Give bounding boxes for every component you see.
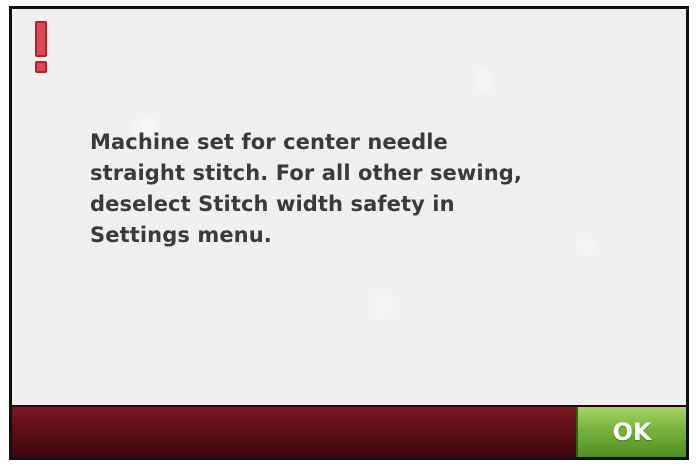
dialog-action-bar: OK [12,405,686,457]
ok-button-label: OK [612,418,652,446]
dialog-message: Machine set for center needle straight s… [90,127,610,251]
message-line: deselect Stitch width safety in [90,192,455,216]
message-line: Settings menu. [90,223,272,247]
exclamation-alert-icon [35,21,47,73]
message-line: straight stitch. For all other sewing, [90,161,522,185]
ok-button[interactable]: OK [576,407,686,457]
warning-dialog: Machine set for center needle straight s… [9,6,689,460]
message-line: Machine set for center needle [90,130,448,154]
dialog-content: Machine set for center needle straight s… [12,9,686,405]
